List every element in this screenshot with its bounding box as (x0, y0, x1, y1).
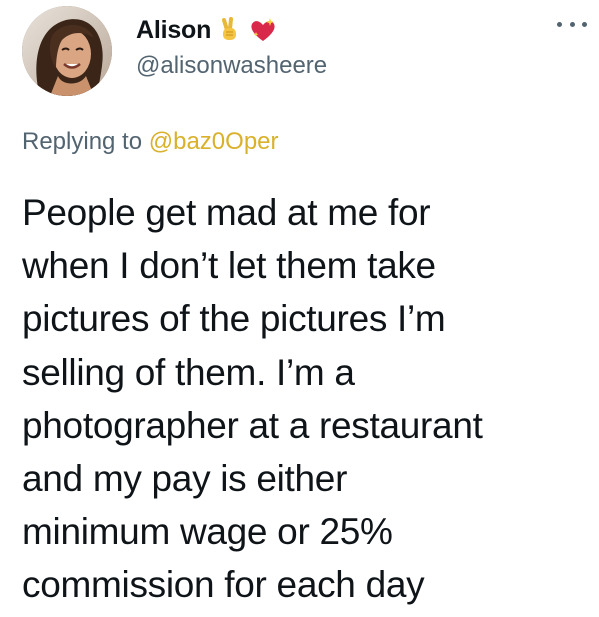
tweet-text-line: selling of them. I’m a (22, 351, 355, 393)
tweet-card: Alison @alisonwasheere Replying to @baz0… (0, 0, 599, 617)
replying-to: Replying to @baz0Oper (22, 128, 279, 156)
tweet-text-line: and my pay is either (22, 458, 348, 500)
avatar-image (22, 6, 112, 96)
victory-hand-icon (217, 17, 243, 43)
tweet-text-line: when I don’t let them take (22, 245, 436, 287)
sparkling-heart-icon (249, 17, 275, 43)
replying-prefix: Replying to (22, 128, 143, 155)
more-options-icon[interactable] (557, 14, 587, 34)
author-name[interactable]: Alison (136, 16, 211, 45)
author-name-row[interactable]: Alison (136, 14, 275, 46)
author-handle[interactable]: @alisonwasheere (136, 52, 327, 80)
tweet-text-line: commission for each day (22, 564, 425, 606)
tweet-text-line: People get mad at me for (22, 192, 431, 233)
tweet-text-line: pictures of the pictures I’m (22, 298, 446, 340)
reply-mention-link[interactable]: @baz0Oper (149, 128, 279, 155)
tweet-text-line: minimum wage or 25% (22, 511, 393, 553)
tweet-text-line: photographer at a restaurant (22, 404, 483, 446)
avatar[interactable] (22, 6, 112, 96)
tweet-text: People get mad at me for when I don’t le… (22, 186, 592, 612)
